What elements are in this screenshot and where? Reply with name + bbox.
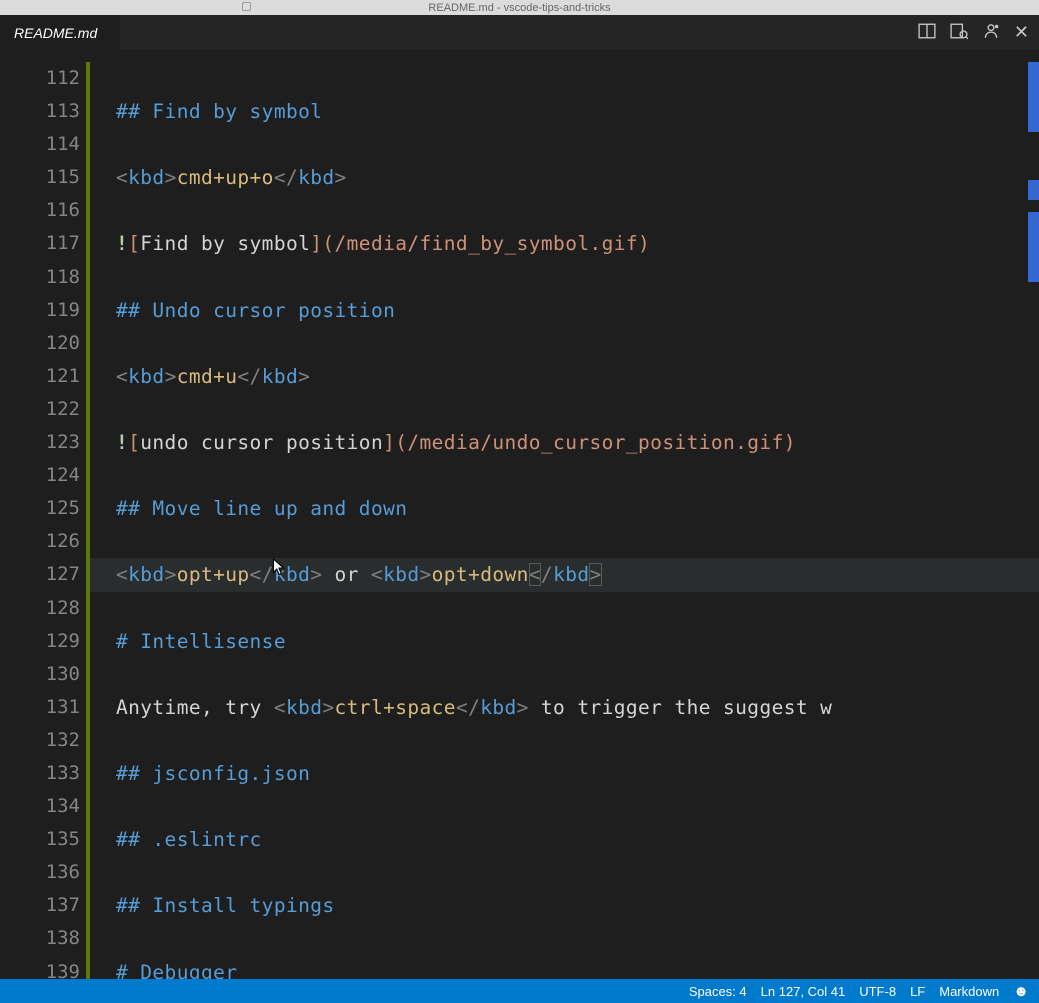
line-number: 123: [0, 426, 80, 459]
line-number: 118: [0, 261, 80, 294]
code-line[interactable]: <kbd>cmd+up+o</kbd>: [116, 161, 1039, 194]
code-line[interactable]: [116, 327, 1039, 360]
status-eol[interactable]: LF: [910, 984, 925, 999]
status-encoding[interactable]: UTF-8: [859, 984, 896, 999]
line-number: 115: [0, 161, 80, 194]
line-number: 139: [0, 956, 80, 979]
code-line[interactable]: [116, 592, 1039, 625]
line-number: 117: [0, 227, 80, 260]
code-line[interactable]: [116, 724, 1039, 757]
editor-area[interactable]: 1121131141151161171181191201211221231241…: [0, 50, 1039, 979]
close-editor-icon[interactable]: ✕: [1014, 22, 1029, 43]
code-line[interactable]: [116, 393, 1039, 426]
minimap-overview-mark[interactable]: [1028, 62, 1039, 132]
feedback-icon[interactable]: ☻: [1013, 983, 1029, 1000]
line-number-gutter: 1121131141151161171181191201211221231241…: [0, 50, 86, 979]
window-title: README.md - vscode-tips-and-tricks: [428, 2, 610, 14]
code-line[interactable]: [116, 790, 1039, 823]
line-number: 138: [0, 922, 80, 955]
code-line[interactable]: ## Install typings: [116, 889, 1039, 922]
window-title-bar: README.md - vscode-tips-and-tricks: [0, 0, 1039, 15]
tab-bar: README.md ✕: [0, 15, 1039, 50]
code-line[interactable]: [116, 856, 1039, 889]
status-line-col[interactable]: Ln 127, Col 41: [761, 984, 846, 999]
code-line[interactable]: # Debugger: [116, 956, 1039, 979]
line-number: 119: [0, 294, 80, 327]
line-number: 116: [0, 194, 80, 227]
tab-actions: ✕: [918, 15, 1039, 50]
code-line[interactable]: <kbd>opt+up</kbd> or <kbd>opt+down</kbd>: [90, 558, 1039, 591]
code-line[interactable]: ![Find by symbol](/media/find_by_symbol.…: [116, 227, 1039, 260]
line-number: 124: [0, 459, 80, 492]
minimap-scrollbar[interactable]: [1025, 62, 1039, 976]
code-line[interactable]: ## Find by symbol: [116, 95, 1039, 128]
line-number: 120: [0, 327, 80, 360]
open-preview-icon[interactable]: [950, 22, 968, 44]
tab-label: README.md: [14, 25, 97, 41]
code-line[interactable]: [116, 658, 1039, 691]
line-number: 130: [0, 658, 80, 691]
status-bar: Spaces: 4 Ln 127, Col 41 UTF-8 LF Markdo…: [0, 979, 1039, 1003]
line-number: 121: [0, 360, 80, 393]
line-number: 112: [0, 62, 80, 95]
line-number: 136: [0, 856, 80, 889]
status-language[interactable]: Markdown: [939, 984, 999, 999]
code-line[interactable]: ## Undo cursor position: [116, 294, 1039, 327]
line-number: 114: [0, 128, 80, 161]
line-number: 137: [0, 889, 80, 922]
line-number: 129: [0, 625, 80, 658]
line-number: 132: [0, 724, 80, 757]
code-line[interactable]: [116, 194, 1039, 227]
status-indentation[interactable]: Spaces: 4: [689, 984, 747, 999]
code-line[interactable]: ## .eslintrc: [116, 823, 1039, 856]
code-line[interactable]: [116, 261, 1039, 294]
line-number: 134: [0, 790, 80, 823]
code-content[interactable]: ## Find by symbol <kbd>cmd+up+o</kbd> ![Fi…: [90, 50, 1039, 979]
code-line[interactable]: [116, 525, 1039, 558]
code-line[interactable]: Anytime, try <kbd>ctrl+space</kbd> to tr…: [116, 691, 1039, 724]
line-number: 128: [0, 592, 80, 625]
code-line[interactable]: # Intellisense: [116, 625, 1039, 658]
line-number: 135: [0, 823, 80, 856]
line-number: 126: [0, 525, 80, 558]
code-line[interactable]: ## Move line up and down: [116, 492, 1039, 525]
line-number: 131: [0, 691, 80, 724]
code-line[interactable]: [116, 128, 1039, 161]
line-number: 125: [0, 492, 80, 525]
line-number: 122: [0, 393, 80, 426]
line-number: 113: [0, 95, 80, 128]
more-actions-icon[interactable]: [982, 22, 1000, 44]
tab-readme[interactable]: README.md: [0, 15, 120, 50]
code-line[interactable]: <kbd>cmd+u</kbd>: [116, 360, 1039, 393]
split-editor-icon[interactable]: [918, 22, 936, 44]
code-line[interactable]: [116, 922, 1039, 955]
code-line[interactable]: ## jsconfig.json: [116, 757, 1039, 790]
minimap-overview-mark[interactable]: [1028, 180, 1039, 200]
code-line[interactable]: [116, 459, 1039, 492]
code-line[interactable]: [116, 62, 1039, 95]
code-line[interactable]: ![undo cursor position](/media/undo_curs…: [116, 426, 1039, 459]
window-modified-icon: [242, 2, 251, 11]
line-number: 133: [0, 757, 80, 790]
line-number: 127: [0, 558, 80, 591]
minimap-overview-mark[interactable]: [1028, 212, 1039, 282]
